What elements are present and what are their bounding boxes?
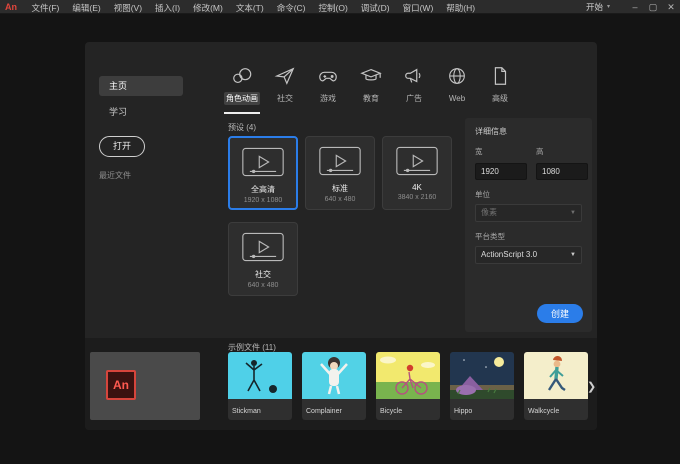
preset-card[interactable]: 标准 640 x 480 [305,136,375,210]
sample-card-walkcycle[interactable]: Walkcycle [524,352,588,420]
sidebar-item-home[interactable]: 主页 [99,76,183,96]
details-panel: 详细信息 宽 高 单位 像素 ▼ 平台类型 ActionScript 3.0 ▼… [465,118,592,332]
chevron-down-icon: ▼ [570,210,576,216]
menu-bar: 文件(F) 编辑(E) 视图(V) 插入(I) 修改(M) 文本(T) 命令(C) 控制(O)… [25,0,482,16]
close-button[interactable]: ✕ [662,0,680,14]
details-title: 详细信息 [475,127,507,136]
platform-select[interactable]: ActionScript 3.0 ▼ [475,246,582,264]
video-preset-icon [383,146,451,181]
preset-card[interactable]: 4K 3840 x 2160 [382,136,452,210]
platform-value: ActionScript 3.0 [481,250,538,259]
tab-广告[interactable]: 广告 [393,64,435,114]
tab-社交[interactable]: 社交 [264,64,306,114]
app-logo-icon: An [5,1,17,12]
create-button[interactable]: 创建 [537,304,583,323]
start-screen-panel: 主页学习 打开 最近文件 角色动画 社交 游戏 教育 广告 Web 高级 预设 … [85,42,597,430]
video-preset-icon [306,146,374,181]
tab-高级[interactable]: 高级 [479,64,521,114]
width-label: 宽 [475,147,483,156]
game-controller-icon [307,64,349,88]
title-bar: An 文件(F) 编辑(E) 视图(V) 插入(I) 修改(M) 文本(T) 命令(C) 控制… [0,0,680,14]
titlebar-right: 开始 ▾ – ▢ ✕ [586,0,680,14]
sample-thumbnail [302,352,366,404]
minimize-button[interactable]: – [626,0,644,14]
width-input[interactable] [475,163,527,180]
menu-item[interactable]: 控制(O) [312,3,354,13]
video-preset-icon [230,147,296,182]
tab-教育[interactable]: 教育 [350,64,392,114]
document-icon [479,64,521,88]
samples-footer: 示例文件 (11) An Stickman Complainer Bicycle… [85,338,597,430]
chevron-down-icon: ▾ [606,4,610,10]
chevron-right-icon[interactable]: ❯ [587,380,596,393]
tab-角色动画[interactable]: 角色动画 [221,64,263,114]
menu-item[interactable]: 命令(C) [270,3,312,13]
preset-card[interactable]: 社交 640 x 480 [228,222,298,296]
sample-thumbnail [524,352,588,404]
globe-icon [436,64,478,88]
tab-Web[interactable]: Web [436,64,478,114]
animate-banner[interactable]: An [90,352,200,420]
sample-card-bicycle[interactable]: Bicycle [376,352,440,420]
character-animation-icon [221,64,263,88]
menu-item[interactable]: 文件(F) [25,3,66,13]
chevron-down-icon: ▼ [570,252,576,258]
menu-item[interactable]: 调试(D) [354,3,396,13]
tab-游戏[interactable]: 游戏 [307,64,349,114]
menu-item[interactable]: 帮助(H) [440,3,482,13]
sample-thumbnail [228,352,292,404]
video-preset-icon [229,232,297,267]
maximize-button[interactable]: ▢ [644,0,662,14]
category-tabs: 角色动画 社交 游戏 教育 广告 Web 高级 [221,64,522,114]
units-value: 像素 [481,208,497,217]
recent-files-label: 最近文件 [99,171,131,180]
sample-thumbnail [376,352,440,404]
graduation-cap-icon [350,64,392,88]
presets-section-title: 预设 (4) [228,123,256,132]
menu-item[interactable]: 窗口(W) [396,3,440,13]
units-select: 像素 ▼ [475,204,582,222]
megaphone-icon [393,64,435,88]
paper-plane-icon [264,64,306,88]
menu-item[interactable]: 视图(V) [107,3,148,13]
sidebar-item-learn[interactable]: 学习 [99,102,183,122]
menu-item[interactable]: 编辑(E) [66,3,107,13]
sample-card-stickman[interactable]: Stickman [228,352,292,420]
sample-card-complainer[interactable]: Complainer [302,352,366,420]
menu-item[interactable]: 插入(I) [149,3,187,13]
animate-logo-icon: An [106,370,136,400]
units-label: 单位 [475,190,490,199]
preset-card[interactable]: 全高清 1920 x 1080 [228,136,298,210]
sample-thumbnail [450,352,514,404]
menu-item[interactable]: 修改(M) [187,3,230,13]
workspace-switcher[interactable]: 开始 [586,1,603,13]
height-label: 高 [536,147,544,156]
sample-card-hippo[interactable]: Hippo [450,352,514,420]
platform-label: 平台类型 [475,232,505,241]
height-input[interactable] [536,163,588,180]
menu-item[interactable]: 文本(T) [229,3,270,13]
open-button[interactable]: 打开 [99,136,145,157]
preset-grid: 全高清 1920 x 1080 标准 640 x 480 4K 3840 x 2… [228,136,463,308]
